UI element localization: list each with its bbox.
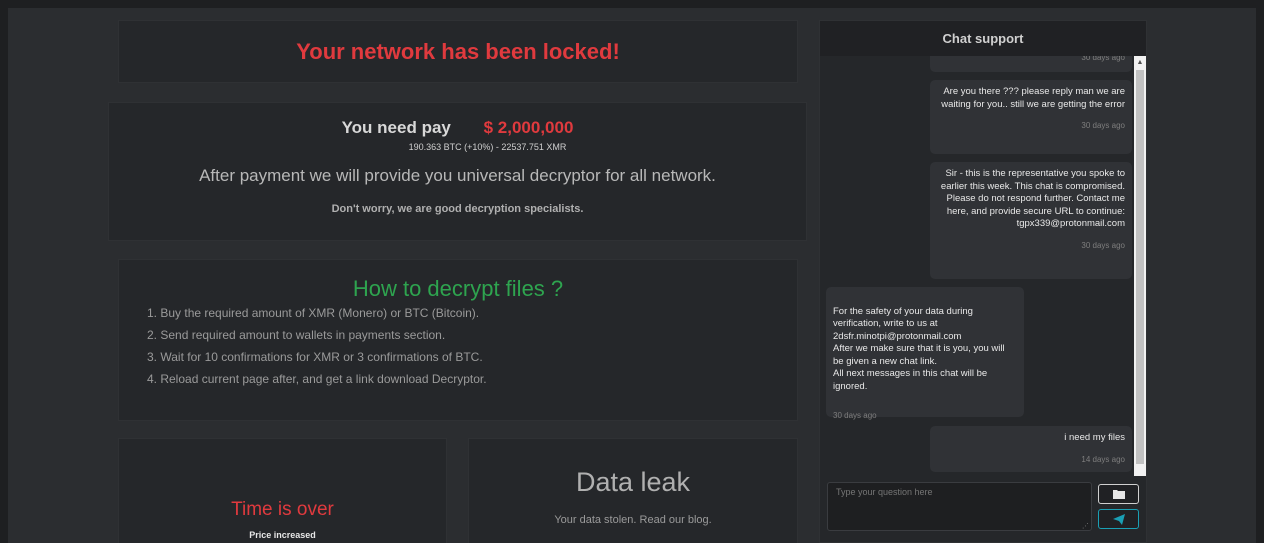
step-item: 4. Reload current page after, and get a … (147, 372, 487, 386)
data-leak-subtitle: Your data stolen. Read our blog. (554, 514, 712, 526)
chat-message: 30 days ago (930, 56, 1132, 72)
message-time: 30 days ago (1081, 121, 1125, 130)
message-time: 14 days ago (1081, 454, 1125, 464)
scroll-up-icon[interactable]: ▲ (1136, 58, 1144, 68)
message-text: Sir - this is the representative you spo… (940, 168, 1125, 229)
timer-status: Time is over (231, 499, 334, 520)
scroll-thumb[interactable] (1136, 70, 1144, 464)
step-item: 2. Send required amount to wallets in pa… (147, 328, 446, 342)
message-time: 30 days ago (833, 410, 877, 420)
attach-file-button[interactable] (1098, 484, 1139, 504)
paper-plane-icon (1113, 514, 1125, 525)
step-item: 3. Wait for 10 confirmations for XMR or … (147, 350, 483, 364)
folder-icon (1113, 490, 1125, 499)
chat-input-area: ⋰ (820, 476, 1146, 542)
chat-message: Are you there ??? please reply man we ar… (930, 80, 1132, 154)
chat-message: i need my files 14 days ago (930, 426, 1132, 472)
howto-title: How to decrypt files ? (352, 276, 564, 301)
step-item: 1. Buy the required amount of XMR (Moner… (147, 306, 480, 320)
crypto-amounts: 190.363 BTC (+10%) - 22537.751 XMR (408, 142, 567, 152)
chat-title: Chat support (820, 21, 1146, 56)
chat-message: For the safety of your data during verif… (826, 287, 1024, 420)
title-panel: Your network has been locked! (118, 20, 798, 83)
howto-panel: How to decrypt files ? 1. Buy the requir… (118, 259, 798, 421)
after-payment-text: After payment we will provide you univer… (199, 166, 716, 185)
message-text: i need my files (1064, 432, 1125, 443)
reassurance-text: Don't worry, we are good decryption spec… (331, 203, 584, 215)
payment-line: You need pay $ 2,000,000 (109, 118, 806, 138)
payment-panel: You need pay $ 2,000,000 190.363 BTC (+1… (108, 102, 807, 241)
chat-message: Sir - this is the representative you spo… (930, 162, 1132, 279)
data-leak-panel: Data leak Your data stolen. Read our blo… (468, 438, 798, 543)
howto-steps: 1. Buy the required amount of XMR (Moner… (147, 306, 797, 386)
message-time: 30 days ago (1081, 240, 1125, 250)
resize-handle-icon[interactable]: ⋰ (1082, 522, 1089, 530)
price-increased-note: Price increased (249, 530, 316, 540)
send-message-button[interactable] (1098, 509, 1139, 529)
payment-label: You need pay (341, 118, 451, 137)
message-text: For the safety of your data during verif… (833, 305, 1005, 392)
chat-question-input[interactable] (827, 482, 1092, 531)
chat-support-panel: Chat support 30 days ago Are you there ?… (819, 20, 1147, 543)
chat-scrollbar[interactable]: ▲ ▼ (1134, 56, 1146, 493)
chat-messages[interactable]: 30 days ago Are you there ??? please rep… (820, 56, 1134, 493)
message-time: 30 days ago (1081, 56, 1125, 62)
payment-amount: $ 2,000,000 (483, 118, 574, 137)
page-title: Your network has been locked! (296, 39, 620, 64)
message-text: Are you there ??? please reply man we ar… (941, 86, 1125, 110)
data-leak-title: Data leak (575, 467, 691, 497)
timer-panel: Time is over Price increased (118, 438, 447, 543)
